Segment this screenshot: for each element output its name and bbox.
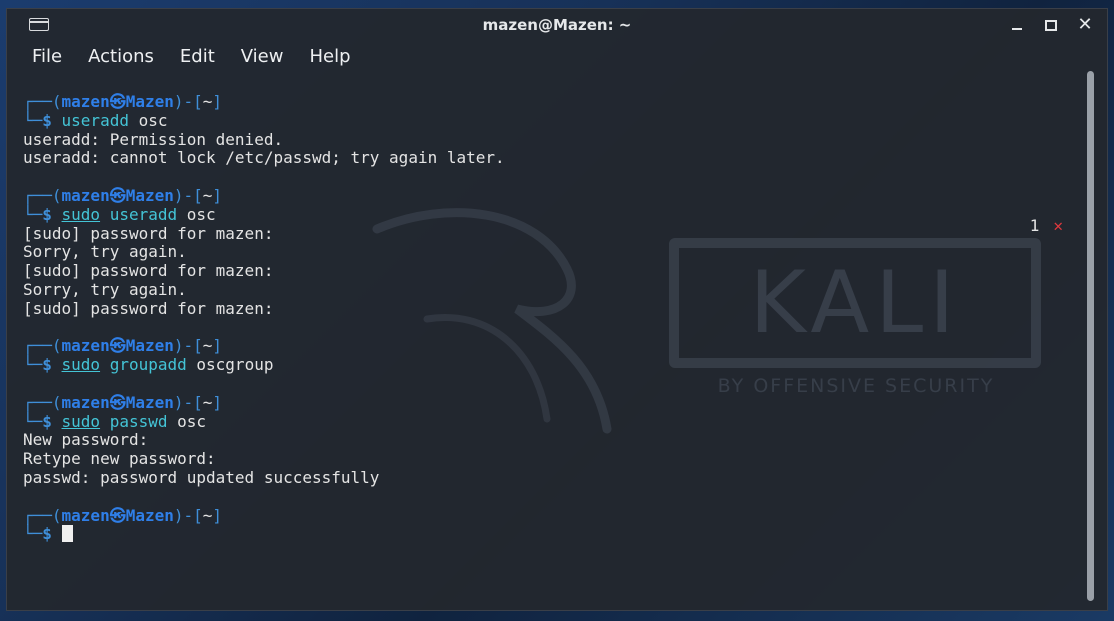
command-line: └─$ sudo useradd osc: [23, 204, 1083, 225]
title-bar[interactable]: mazen@Mazen: ~ ✕: [7, 9, 1107, 41]
prompt-line: ┌──(mazen㉿Mazen)-[~]: [23, 185, 1083, 206]
prompt-bracket: )-[: [173, 505, 203, 525]
prompt-dir: ~: [202, 392, 213, 412]
prompt-bracket: )-[: [173, 92, 203, 111]
output-line: Sorry, try again.: [23, 279, 187, 299]
prompt-line: ┌──(mazen㉿Mazen)-[~]: [23, 336, 1083, 356]
output-line: New password:: [23, 430, 149, 450]
prompt-bracket: ]: [212, 336, 223, 356]
prompt-line: ┌──(mazen㉿Mazen)-[~]: [23, 505, 1083, 526]
command-args: oscgroup: [186, 355, 274, 375]
desktop-wallpaper: KALI BY OFFENSIVE SECURITY mazen@Mazen: …: [0, 0, 1114, 621]
command-line: └─$ sudo passwd osc: [23, 411, 1083, 432]
sudo-keyword: sudo: [61, 204, 101, 224]
command-name: useradd: [109, 204, 178, 224]
prompt-user: mazen㉿: [61, 392, 126, 412]
prompt-bracket: ┌──(: [23, 336, 62, 356]
menu-file[interactable]: File: [32, 46, 62, 67]
menu-edit[interactable]: Edit: [180, 46, 215, 67]
menu-bar: File Actions Edit View Help: [7, 41, 1107, 71]
prompt-dollar: $: [42, 204, 62, 224]
menu-help[interactable]: Help: [309, 46, 350, 67]
window-title: mazen@Mazen: ~: [482, 16, 632, 34]
command-name: groupadd: [109, 355, 187, 375]
sudo-keyword: sudo: [61, 355, 101, 375]
menu-view[interactable]: View: [241, 46, 284, 67]
command-line: └─$: [23, 524, 1083, 544]
output-line: Sorry, try again.: [23, 242, 187, 262]
prompt-bracket: ┌──(: [23, 185, 62, 205]
menu-actions[interactable]: Actions: [88, 46, 154, 67]
prompt-host: Mazen: [125, 92, 174, 111]
prompt-dir: ~: [202, 505, 213, 525]
prompt-host: Mazen: [125, 505, 174, 525]
command-line: └─$ sudo groupadd oscgroup: [23, 355, 1083, 375]
prompt-host: Mazen: [125, 185, 174, 205]
scrollbar-thumb[interactable]: [1087, 71, 1094, 601]
prompt-bracket: )-[: [173, 392, 203, 412]
command-name: passwd: [109, 411, 168, 431]
command-args: osc: [177, 204, 216, 224]
output-line: useradd: Permission denied.: [23, 129, 284, 149]
terminal-output[interactable]: ┌──(mazen㉿Mazen)-[~] └─$ useradd osc usera…: [23, 92, 1083, 593]
prompt-user: mazen㉿: [61, 185, 126, 205]
terminal-window[interactable]: KALI BY OFFENSIVE SECURITY mazen@Mazen: …: [6, 8, 1108, 611]
command-line: └─$ useradd osc: [23, 110, 1083, 131]
prompt-dollar: $: [42, 355, 62, 375]
command-args: osc: [167, 411, 207, 431]
prompt-corner: └─: [23, 204, 43, 224]
output-line: [sudo] password for mazen:: [23, 223, 274, 243]
command-args: osc: [128, 110, 168, 130]
close-icon[interactable]: ✕: [1077, 16, 1093, 34]
prompt-dollar: $: [42, 110, 62, 130]
maximize-icon[interactable]: [1043, 17, 1059, 33]
prompt-bracket: )-[: [173, 185, 203, 205]
prompt-bracket: ]: [212, 505, 223, 525]
prompt-corner: └─: [23, 355, 43, 375]
prompt-dir: ~: [202, 92, 213, 111]
prompt-bracket: ┌──(: [23, 92, 62, 111]
prompt-corner: └─: [23, 411, 43, 431]
prompt-line: ┌──(mazen㉿Mazen)-[~]: [23, 392, 1083, 413]
prompt-bracket: ]: [212, 185, 223, 205]
prompt-bracket: ]: [212, 92, 223, 111]
window-controls: ✕: [1009, 9, 1093, 41]
prompt-dir: ~: [202, 336, 213, 356]
prompt-host: Mazen: [125, 392, 174, 412]
sudo-keyword: sudo: [61, 411, 101, 431]
prompt-bracket: )-[: [173, 336, 203, 356]
prompt-dollar: $: [42, 524, 62, 544]
command-name: useradd: [61, 110, 129, 130]
prompt-host: Mazen: [125, 336, 174, 356]
minimize-icon[interactable]: [1009, 17, 1025, 33]
prompt-bracket: ]: [212, 392, 223, 412]
output-line: passwd: password updated successfully: [23, 467, 380, 487]
prompt-corner: └─: [23, 110, 43, 130]
output-line: useradd: cannot lock /etc/passwd; try ag…: [23, 148, 505, 168]
output-line: [sudo] password for mazen:: [23, 298, 274, 318]
exit-code: 1: [1029, 216, 1040, 235]
prompt-dollar: $: [42, 411, 62, 431]
prompt-bracket: ┌──(: [23, 392, 62, 412]
prompt-user: mazen㉿: [61, 336, 126, 356]
error-x-icon: ✕: [1053, 216, 1063, 235]
exit-status-indicator: 1 ✕: [1030, 216, 1063, 235]
prompt-corner: └─: [23, 524, 43, 544]
prompt-user: mazen㉿: [61, 505, 126, 525]
prompt-bracket: ┌──(: [23, 505, 62, 525]
output-line: [sudo] password for mazen:: [23, 261, 274, 281]
terminal-icon: [29, 18, 49, 31]
prompt-line: ┌──(mazen㉿Mazen)-[~]: [23, 92, 1083, 112]
prompt-dir: ~: [202, 185, 213, 205]
output-line: Retype new password:: [23, 449, 216, 469]
text-cursor: [61, 525, 73, 543]
scrollbar[interactable]: [1087, 71, 1095, 611]
prompt-user: mazen㉿: [61, 92, 126, 111]
